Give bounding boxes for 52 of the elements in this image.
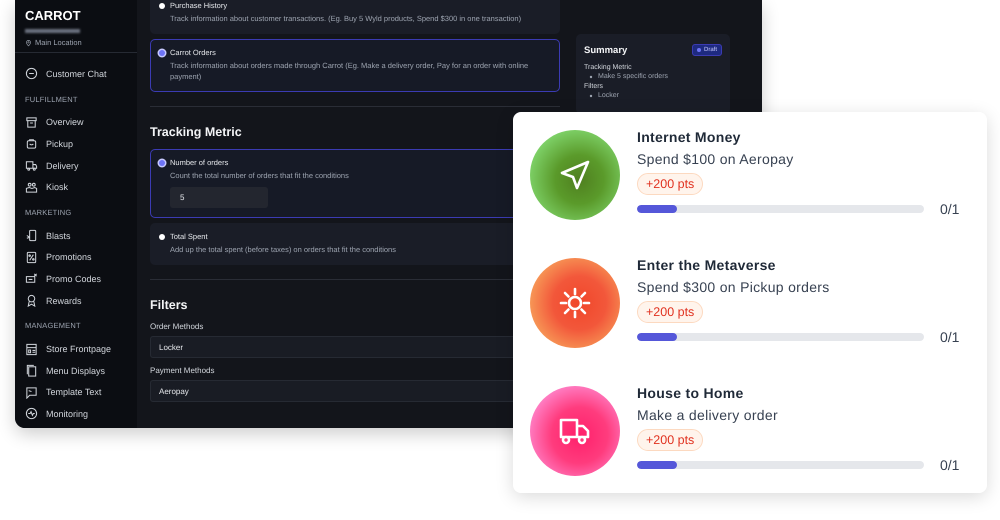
people-icon xyxy=(25,180,38,194)
radio-button[interactable] xyxy=(159,160,165,166)
section-title: Tracking Metric xyxy=(150,125,243,139)
nav-item[interactable]: Customer Chat xyxy=(25,63,137,85)
nav-item[interactable]: Delivery xyxy=(25,154,137,176)
points-badge: +200 pts xyxy=(637,173,704,195)
progress-count: 0/1 xyxy=(940,201,960,217)
nav-item[interactable]: Kiosk xyxy=(25,176,137,198)
nav-item[interactable]: Template Text xyxy=(25,382,137,404)
nav-item[interactable]: Promo Codes xyxy=(25,268,137,290)
nav-item[interactable]: Overview xyxy=(25,112,137,134)
points-badge: +200 pts xyxy=(637,429,704,451)
pulse-icon xyxy=(25,407,38,420)
radio-button[interactable] xyxy=(159,50,165,56)
bullet-icon xyxy=(589,74,593,78)
nav-item[interactable]: Menu Displays xyxy=(25,360,137,382)
nav-item[interactable]: Store Frontpage xyxy=(25,338,137,360)
percent-icon xyxy=(25,250,38,264)
brand-name: CARROT xyxy=(25,8,82,23)
copy-icon xyxy=(25,364,38,378)
field-label: Payment Methods xyxy=(150,366,216,375)
phone-icon xyxy=(25,229,38,242)
reward-description: Spend $100 on Aeropay xyxy=(637,151,795,167)
radio-button[interactable] xyxy=(159,234,165,240)
truck-icon xyxy=(25,159,38,172)
progress-count: 0/1 xyxy=(940,457,960,473)
bag-icon xyxy=(25,137,38,150)
reward-title: Enter the Metaverse xyxy=(637,257,777,273)
nav-item[interactable]: Blasts xyxy=(25,224,137,247)
field-label: Order Methods xyxy=(150,322,204,331)
layout-icon xyxy=(25,342,38,356)
summary-title: Summary xyxy=(584,44,628,56)
note-icon xyxy=(25,386,38,399)
radio-button[interactable] xyxy=(159,2,165,8)
nav-item[interactable]: Rewards xyxy=(25,290,137,312)
points-badge: +200 pts xyxy=(637,301,704,323)
nav-item[interactable]: Promotions xyxy=(25,246,137,268)
number-field[interactable]: 5 xyxy=(170,187,268,208)
reward-title: Internet Money xyxy=(637,129,742,145)
ticket-icon xyxy=(25,272,38,286)
nav-item[interactable]: Pickup xyxy=(25,133,137,155)
nav-item[interactable]: Monitoring xyxy=(25,403,137,425)
bullet-icon xyxy=(589,94,593,98)
award-icon xyxy=(25,294,38,308)
blurred-text xyxy=(25,29,80,33)
section-title: Filters xyxy=(150,298,189,312)
archive-icon xyxy=(25,116,38,129)
location-pin-icon xyxy=(25,38,32,46)
reward-description: Make a delivery order xyxy=(637,407,779,423)
progress-count: 0/1 xyxy=(940,329,960,345)
reward-description: Spend $300 on Pickup orders xyxy=(637,279,831,295)
reward-title: House to Home xyxy=(637,385,745,401)
